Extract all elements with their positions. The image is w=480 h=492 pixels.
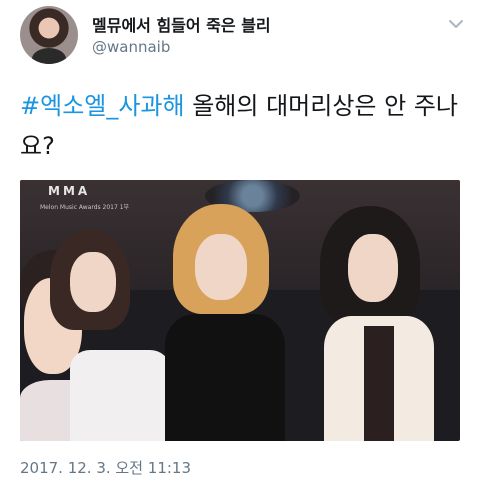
person-right: [310, 206, 440, 441]
person-center: [165, 204, 285, 441]
hashtag-link[interactable]: #엑소엘_사과해: [20, 92, 185, 120]
person-second-left: [50, 230, 170, 441]
tweet-media-image[interactable]: MMA Melon Music Awards 2017 1부: [20, 180, 460, 441]
brand-subtitle: Melon Music Awards 2017 1부: [40, 204, 130, 211]
brand-logo: MMA: [48, 184, 91, 198]
user-handle[interactable]: @wannaib: [92, 38, 170, 56]
display-name[interactable]: 멜뮤에서 힘들어 죽은 블리: [92, 12, 271, 36]
avatar[interactable]: [20, 6, 78, 64]
tweet-header: 멜뮤에서 힘들어 죽은 블리 @wannaib: [20, 6, 468, 66]
chevron-down-icon[interactable]: [448, 16, 464, 32]
tweet-text: #엑소엘_사과해 올해의 대머리상은 안 주나요?: [20, 86, 460, 166]
tweet-timestamp[interactable]: 2017. 12. 3. 오전 11:13: [20, 457, 191, 478]
